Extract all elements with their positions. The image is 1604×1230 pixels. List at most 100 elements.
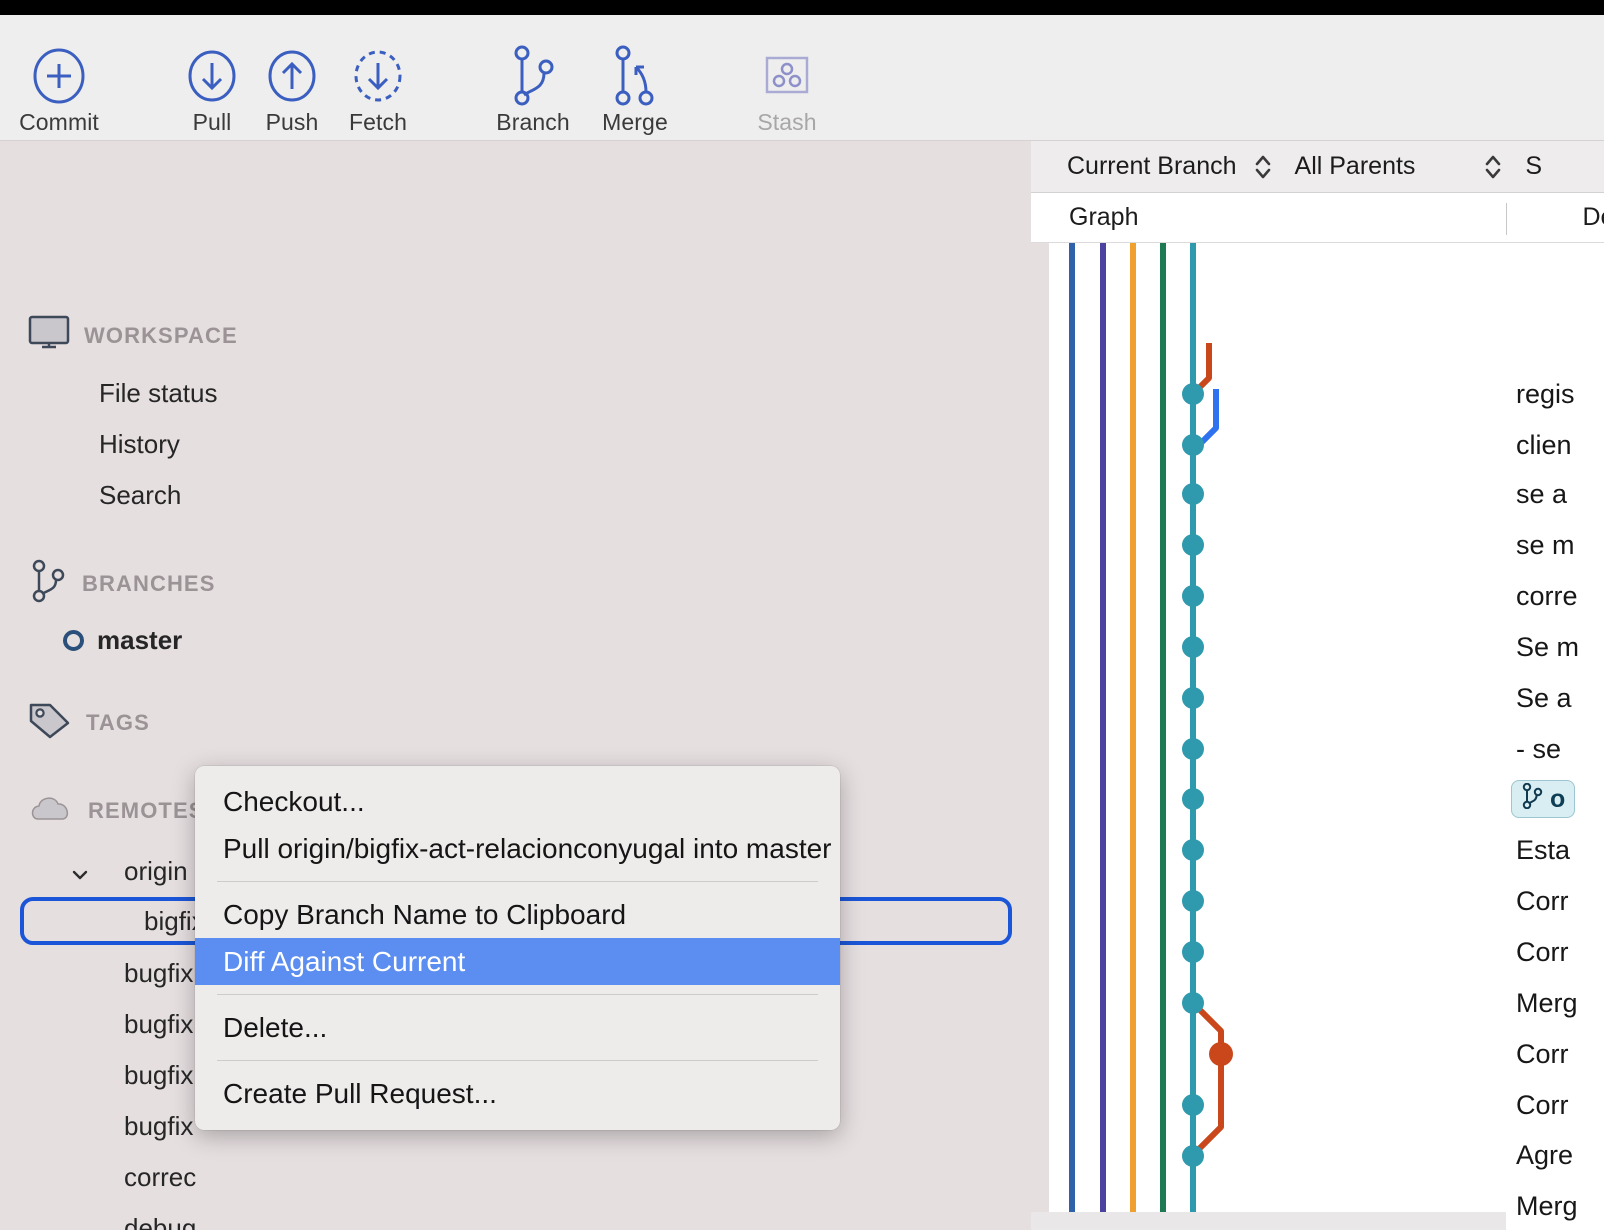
commit-row[interactable]: clien <box>1516 427 1572 463</box>
menu-item-copy-branch-name[interactable]: Copy Branch Name to Clipboard <box>195 891 840 938</box>
sidebar-item-label: Search <box>99 479 182 510</box>
commit-row[interactable]: Corr <box>1516 1036 1569 1072</box>
commit-row[interactable]: - se <box>1516 731 1561 767</box>
commit-row[interactable]: se a <box>1516 476 1567 512</box>
sidebar-item-label: master <box>97 624 183 655</box>
stash-label: Stash <box>757 109 817 135</box>
sidebar-section-label: REMOTES <box>88 797 205 823</box>
sidebar-section-label: BRANCHES <box>82 570 216 596</box>
branch-icon <box>1521 782 1543 816</box>
sidebar-item-label: correc <box>124 1161 197 1192</box>
branch-filter-label: Current Branch <box>1067 152 1237 180</box>
merge-button[interactable]: Merge <box>580 45 690 136</box>
sidebar-section-label: TAGS <box>86 709 150 735</box>
sidebar-section-tags[interactable]: TAGS <box>28 701 150 744</box>
parents-filter-label: All Parents <box>1294 152 1416 180</box>
main-toolbar: Commit Pull Push Fetch Branch Merge Stas… <box>0 15 1604 141</box>
menu-item-pull-into-master[interactable]: Pull origin/bigfix-act-relacionconyugal … <box>195 825 840 872</box>
sidebar-item-history[interactable]: History <box>0 422 1012 466</box>
menu-item-checkout[interactable]: Checkout... <box>195 778 840 825</box>
current-branch-dot-icon <box>63 629 84 651</box>
commit-row[interactable]: Merg <box>1516 985 1578 1021</box>
commit-description-column: regis clien se a se m corre Se m Se a - … <box>1506 243 1604 1230</box>
column-header-graph[interactable]: Graph <box>1069 203 1138 232</box>
menu-separator <box>217 881 818 882</box>
sidebar-item-label: origin <box>124 855 188 886</box>
push-label: Push <box>265 109 319 135</box>
commit-graph-pane: Current Branch All Parents S Graph Desc <box>1031 141 1604 1230</box>
sidebar-item-debug[interactable]: debug <box>0 1206 1012 1230</box>
merge-label: Merge <box>602 109 668 135</box>
commit-row[interactable]: Corr <box>1516 883 1569 919</box>
menu-item-diff-against-current[interactable]: Diff Against Current <box>195 938 840 985</box>
menu-separator <box>217 994 818 995</box>
pull-down-arrow-icon <box>184 45 240 107</box>
chevron-updown-icon <box>1483 152 1503 182</box>
menu-item-create-pull-request[interactable]: Create Pull Request... <box>195 1070 840 1117</box>
column-divider[interactable] <box>1506 203 1507 235</box>
branch-ref-badge[interactable]: o <box>1511 780 1576 818</box>
branch-label: Branch <box>496 109 570 135</box>
sidebar-item-label: bugfix <box>124 1008 194 1039</box>
horizontal-scrollbar[interactable] <box>1031 1212 1506 1230</box>
sidebar-item-label: File status <box>99 377 218 408</box>
sidebar-item-search[interactable]: Search <box>0 473 1012 517</box>
sidebar-item-master[interactable]: master <box>0 618 1012 662</box>
menu-item-label: Copy Branch Name to Clipboard <box>223 898 627 930</box>
branch-ref-label: o <box>1550 784 1566 813</box>
fetch-button[interactable]: Fetch <box>323 45 433 136</box>
fetch-label: Fetch <box>348 109 408 135</box>
cloud-icon <box>28 793 74 828</box>
fetch-dashed-down-arrow-icon <box>350 45 406 107</box>
branch-icon <box>508 45 558 107</box>
menu-separator <box>217 1060 818 1061</box>
column-headers: Graph Desc <box>1031 193 1604 243</box>
menu-item-label: Create Pull Request... <box>223 1077 497 1109</box>
sidebar-item-label: bugfix <box>124 1110 194 1141</box>
commit-row[interactable]: Se a <box>1516 680 1572 716</box>
stash-button[interactable]: Stash <box>732 45 842 136</box>
third-filter-label: S <box>1525 152 1543 180</box>
sidebar-section-workspace[interactable]: WORKSPACE <box>28 315 238 356</box>
commit-row[interactable]: Agre <box>1516 1137 1573 1173</box>
menu-item-label: Checkout... <box>223 785 365 817</box>
commit-plus-icon <box>31 45 87 107</box>
chevron-down-icon[interactable] <box>70 861 90 881</box>
commit-row[interactable]: regis <box>1516 376 1575 412</box>
third-filter-dropdown[interactable]: S <box>1525 152 1542 181</box>
monitor-icon <box>28 315 70 356</box>
sidebar-item-correc[interactable]: correc <box>0 1155 1012 1199</box>
chevron-updown-icon <box>1253 152 1273 182</box>
sidebar-item-label: bugfix <box>124 1059 194 1090</box>
commit-row[interactable]: Esta <box>1516 832 1570 868</box>
tag-icon <box>28 701 72 744</box>
window-title-bar <box>0 0 1604 15</box>
menu-item-label: Delete... <box>223 1011 328 1043</box>
parents-filter-dropdown[interactable]: All Parents <box>1295 152 1526 182</box>
graph-body: regis clien se a se m corre Se m Se a - … <box>1031 243 1604 1230</box>
commit-row[interactable]: Merg <box>1516 1188 1578 1224</box>
commit-row[interactable]: Corr <box>1516 934 1569 970</box>
commit-row[interactable]: se m <box>1516 527 1575 563</box>
branch-button[interactable]: Branch <box>478 45 588 136</box>
menu-item-label: Diff Against Current <box>223 945 466 977</box>
sidebar-item-label: debug <box>124 1212 197 1230</box>
branch-context-menu: Checkout... Pull origin/bigfix-act-relac… <box>195 766 840 1130</box>
commit-button[interactable]: Commit <box>4 45 114 136</box>
commit-row[interactable]: Corr <box>1516 1087 1569 1123</box>
sidebar-section-remotes[interactable]: REMOTES <box>28 793 205 828</box>
column-header-description[interactable]: Desc <box>1582 203 1604 232</box>
pull-label: Pull <box>192 109 232 135</box>
sidebar-section-branches[interactable]: BRANCHES <box>28 559 215 608</box>
sidebar-section-label: WORKSPACE <box>84 322 238 348</box>
menu-item-delete[interactable]: Delete... <box>195 1004 840 1051</box>
commit-row[interactable]: corre <box>1516 578 1578 614</box>
menu-item-label: Pull origin/bigfix-act-relacionconyugal … <box>223 832 832 864</box>
sidebar-item-file-status[interactable]: File status <box>0 371 1012 415</box>
branch-icon <box>28 559 68 608</box>
sidebar-item-label: History <box>99 428 180 459</box>
commit-graph-lines <box>1069 243 1233 1230</box>
branch-filter-dropdown[interactable]: Current Branch <box>1067 152 1295 182</box>
commit-row[interactable]: Se m <box>1516 629 1579 665</box>
push-up-arrow-icon <box>264 45 320 107</box>
